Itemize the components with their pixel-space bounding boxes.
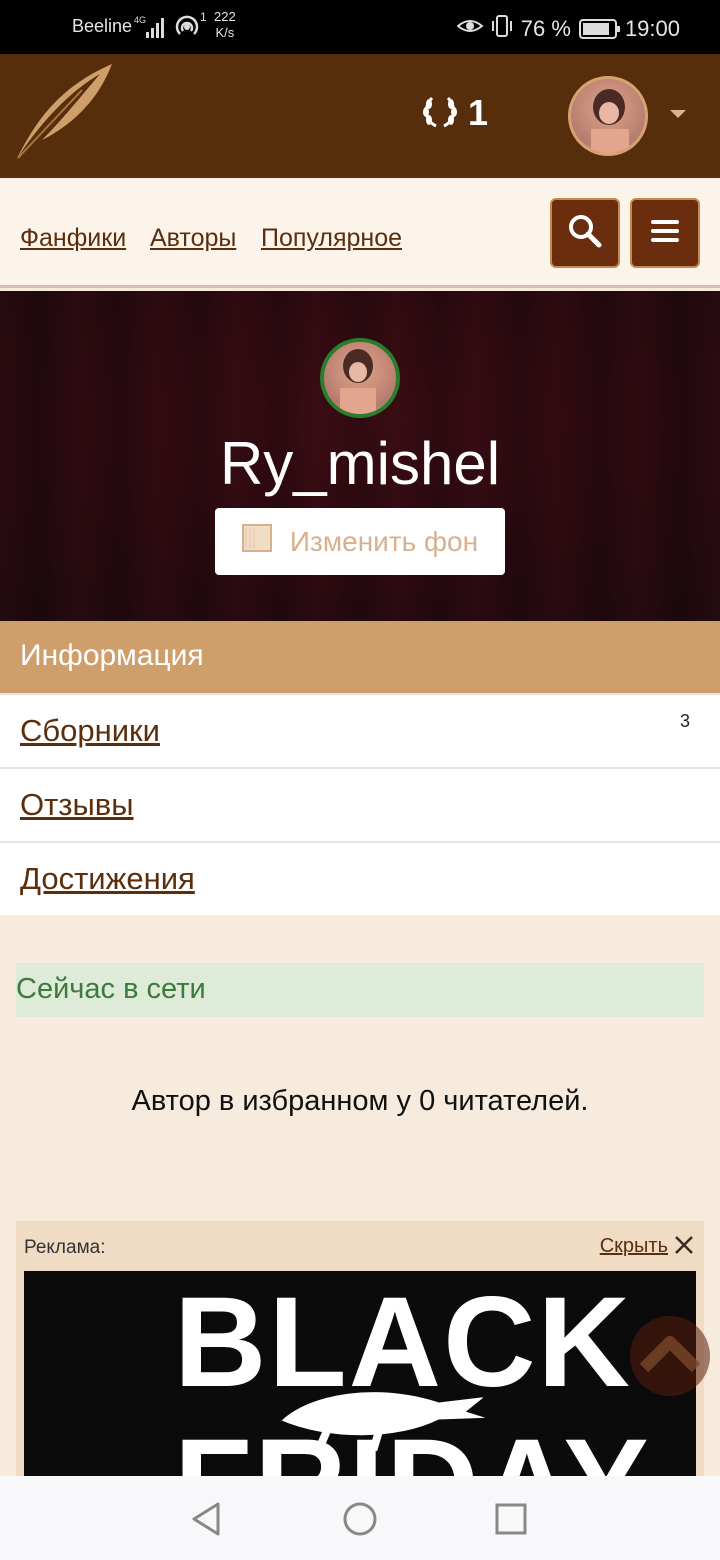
clock: 19:00 xyxy=(624,16,680,41)
favorites-count-text: Автор в избранном у 0 читателей. xyxy=(131,1085,589,1117)
search-button[interactable] xyxy=(550,198,620,268)
nav-link-authors[interactable]: Авторы xyxy=(150,224,236,253)
collections-link[interactable]: Сборники xyxy=(20,713,160,749)
achievements-link[interactable]: Достижения xyxy=(20,861,195,897)
hamburger-menu-icon xyxy=(649,218,681,249)
battery-percent: 76 % xyxy=(520,16,571,41)
list-item-collections[interactable]: Сборники 3 xyxy=(0,693,720,767)
account-dropdown-caret-icon[interactable] xyxy=(670,110,686,118)
online-status: Сейчас в сети xyxy=(16,963,704,1017)
site-header: 1 xyxy=(0,54,720,178)
carrier-name: Beeline xyxy=(72,16,133,36)
laurel-wreath-icon[interactable] xyxy=(420,92,460,137)
nav-link-popular[interactable]: Популярное xyxy=(261,224,402,253)
chevron-up-icon xyxy=(630,1336,710,1400)
vibrate-icon xyxy=(491,14,513,44)
search-icon xyxy=(567,213,603,254)
ad-block: Реклама: Скрыть BLACK FRIDAY xyxy=(16,1221,704,1481)
ad-text-friday: FRIDAY xyxy=(174,1421,651,1482)
profile-avatar[interactable] xyxy=(320,338,400,418)
ad-image[interactable]: BLACK FRIDAY xyxy=(24,1271,696,1481)
scroll-to-top-button[interactable] xyxy=(630,1316,710,1396)
back-icon[interactable] xyxy=(188,1500,224,1543)
reviews-link[interactable]: Отзывы xyxy=(20,787,134,823)
menu-button[interactable] xyxy=(630,198,700,268)
change-background-button[interactable]: Изменить фон xyxy=(215,508,505,575)
laurel-count: 1 xyxy=(468,92,489,133)
collections-count: 3 xyxy=(679,711,690,731)
hide-ad-link[interactable]: Скрыть xyxy=(600,1235,668,1258)
system-nav-bar xyxy=(0,1476,720,1560)
status-bar: Beeline 4G 1 222 K/s 76 % 19:00 xyxy=(0,0,720,54)
home-icon[interactable] xyxy=(341,1500,379,1543)
feather-logo-icon[interactable] xyxy=(12,60,116,169)
hotspot-badge: 1 xyxy=(200,10,207,24)
image-icon xyxy=(241,524,272,559)
list-item-reviews[interactable]: Отзывы xyxy=(0,767,720,841)
main-nav: Фанфики Авторы Популярное xyxy=(0,178,720,288)
change-background-label: Изменить фон xyxy=(289,525,479,557)
eye-comfort-icon xyxy=(456,16,484,42)
network-speed: 222 K/s xyxy=(214,9,236,40)
recents-icon[interactable] xyxy=(494,1502,528,1541)
profile-username: Ry_mishel xyxy=(219,430,501,497)
close-icon[interactable] xyxy=(672,1233,696,1262)
nav-link-fanfics[interactable]: Фанфики xyxy=(20,224,126,253)
ad-label: Реклама: xyxy=(24,1237,106,1258)
info-section-header[interactable]: Информация xyxy=(0,621,720,693)
hotspot-icon xyxy=(174,14,200,45)
profile-banner: Ry_mishel Изменить фон xyxy=(0,291,720,621)
signal-icon: 4G xyxy=(134,14,168,45)
list-item-achievements[interactable]: Достижения xyxy=(0,841,720,915)
network-type: 4G xyxy=(134,15,146,25)
battery-icon xyxy=(578,19,620,39)
user-avatar[interactable] xyxy=(568,76,648,156)
